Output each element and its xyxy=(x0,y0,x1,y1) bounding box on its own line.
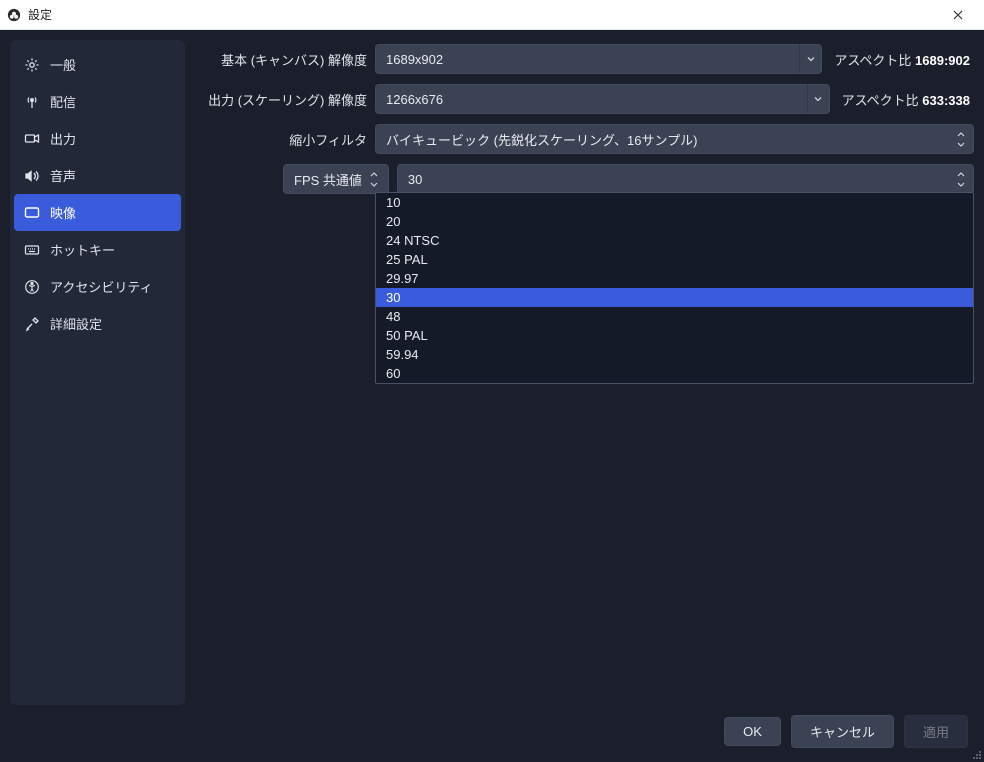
fps-option[interactable]: 48 xyxy=(376,307,973,326)
base-resolution-select[interactable]: 1689x902 xyxy=(375,44,822,74)
fps-option[interactable]: 60 xyxy=(376,364,973,383)
fps-option[interactable]: 29.97 xyxy=(376,269,973,288)
sidebar-item-label: 映像 xyxy=(50,203,76,222)
accessibility-icon xyxy=(24,279,40,295)
output-resolution-label: 出力 (スケーリング) 解像度 xyxy=(195,90,367,109)
output-aspect-label: アスペクト比 633:338 xyxy=(838,90,974,109)
sidebar-item-label: ホットキー xyxy=(50,240,115,259)
fps-option[interactable]: 30 xyxy=(376,288,973,307)
sidebar-item-label: 配信 xyxy=(50,92,76,111)
chevron-down-icon[interactable] xyxy=(807,85,829,113)
base-aspect-value: 1689:902 xyxy=(915,53,970,68)
base-resolution-label: 基本 (キャンバス) 解像度 xyxy=(195,50,367,69)
sidebar-item-label: 音声 xyxy=(50,166,76,185)
base-resolution-value: 1689x902 xyxy=(376,52,799,67)
tools-icon xyxy=(24,316,40,332)
base-aspect-label: アスペクト比 1689:902 xyxy=(830,50,974,69)
chevron-down-icon[interactable] xyxy=(799,45,821,73)
fps-value: 30 xyxy=(398,172,953,187)
downscale-filter-label: 縮小フィルタ xyxy=(195,130,367,149)
sidebar-item-general[interactable]: 一般 xyxy=(10,46,185,83)
fps-type-select[interactable]: FPS 共通値 xyxy=(283,164,389,194)
sidebar-item-video[interactable]: 映像 xyxy=(14,194,181,231)
speaker-icon xyxy=(24,168,40,184)
fps-value-select[interactable]: 30 xyxy=(397,164,974,194)
fps-option[interactable]: 25 PAL xyxy=(376,250,973,269)
antenna-icon xyxy=(24,94,40,110)
close-button[interactable] xyxy=(938,0,978,30)
sidebar-item-label: 一般 xyxy=(50,55,76,74)
sidebar-item-advanced[interactable]: 詳細設定 xyxy=(10,305,185,342)
keyboard-icon xyxy=(24,242,40,258)
sidebar-item-label: 出力 xyxy=(50,129,76,148)
updown-icon[interactable] xyxy=(953,169,969,189)
apply-button[interactable]: 適用 xyxy=(904,715,968,748)
display-icon xyxy=(24,205,40,221)
fps-option[interactable]: 20 xyxy=(376,212,973,231)
fps-option[interactable]: 10 xyxy=(376,193,973,212)
sidebar-item-label: アクセシビリティ xyxy=(50,277,153,296)
cancel-button[interactable]: キャンセル xyxy=(791,715,894,748)
output-aspect-value: 633:338 xyxy=(922,93,970,108)
fps-type-label: FPS 共通値 xyxy=(294,170,362,189)
fps-option[interactable]: 59.94 xyxy=(376,345,973,364)
sidebar-item-stream[interactable]: 配信 xyxy=(10,83,185,120)
video-settings-panel: 基本 (キャンバス) 解像度 1689x902 アスペクト比 1689:902 … xyxy=(195,40,974,705)
updown-icon[interactable] xyxy=(366,169,382,189)
sidebar-item-hotkeys[interactable]: ホットキー xyxy=(10,231,185,268)
settings-sidebar: 一般 配信 出力 音声 映像 xyxy=(10,40,185,705)
updown-icon[interactable] xyxy=(953,129,969,149)
downscale-filter-value: バイキュービック (先鋭化スケーリング、16サンプル) xyxy=(376,130,953,149)
resize-grip-icon[interactable] xyxy=(970,748,982,760)
sidebar-item-output[interactable]: 出力 xyxy=(10,120,185,157)
downscale-filter-select[interactable]: バイキュービック (先鋭化スケーリング、16サンプル) xyxy=(375,124,974,154)
sidebar-item-audio[interactable]: 音声 xyxy=(10,157,185,194)
fps-dropdown-popup: 102024 NTSC25 PAL29.97304850 PAL59.9460 xyxy=(375,192,974,384)
fps-option[interactable]: 50 PAL xyxy=(376,326,973,345)
app-icon xyxy=(6,7,22,23)
output-resolution-select[interactable]: 1266x676 xyxy=(375,84,830,114)
sidebar-item-label: 詳細設定 xyxy=(50,314,102,333)
window-title: 設定 xyxy=(28,6,52,23)
sidebar-item-accessibility[interactable]: アクセシビリティ xyxy=(10,268,185,305)
ok-button[interactable]: OK xyxy=(724,717,781,746)
output-icon xyxy=(24,131,40,147)
gear-icon xyxy=(24,57,40,73)
output-resolution-value: 1266x676 xyxy=(376,92,807,107)
fps-option[interactable]: 24 NTSC xyxy=(376,231,973,250)
